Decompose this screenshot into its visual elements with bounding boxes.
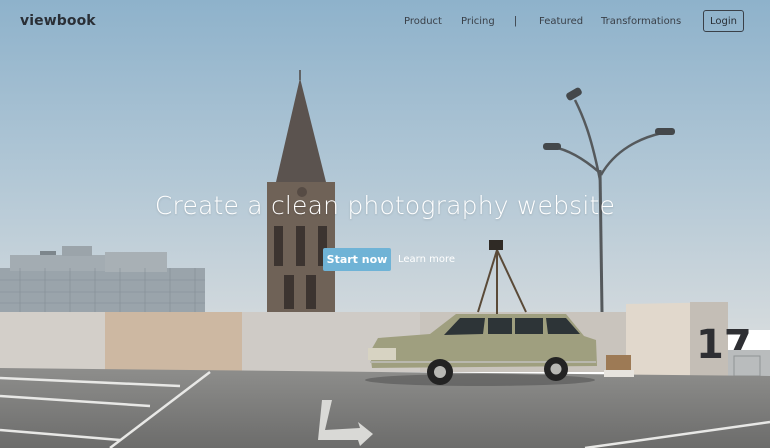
- hero-headline: Create a clean photography website: [154, 191, 616, 220]
- nav-link-featured[interactable]: Featured: [539, 16, 583, 27]
- top-navigation: viewbook Product Pricing | Featured Tran…: [0, 0, 770, 46]
- nav-link-pricing[interactable]: Pricing: [461, 16, 495, 27]
- nav-link-transformations[interactable]: Transformations: [601, 16, 681, 27]
- hero-background-photo: 17: [0, 0, 770, 448]
- login-button[interactable]: Login: [703, 10, 744, 32]
- start-now-button[interactable]: Start now: [323, 248, 391, 271]
- nav-separator: |: [514, 15, 517, 27]
- nav-link-product[interactable]: Product: [404, 16, 442, 27]
- learn-more-link[interactable]: Learn more: [398, 254, 455, 265]
- brand-logo[interactable]: viewbook: [20, 13, 96, 29]
